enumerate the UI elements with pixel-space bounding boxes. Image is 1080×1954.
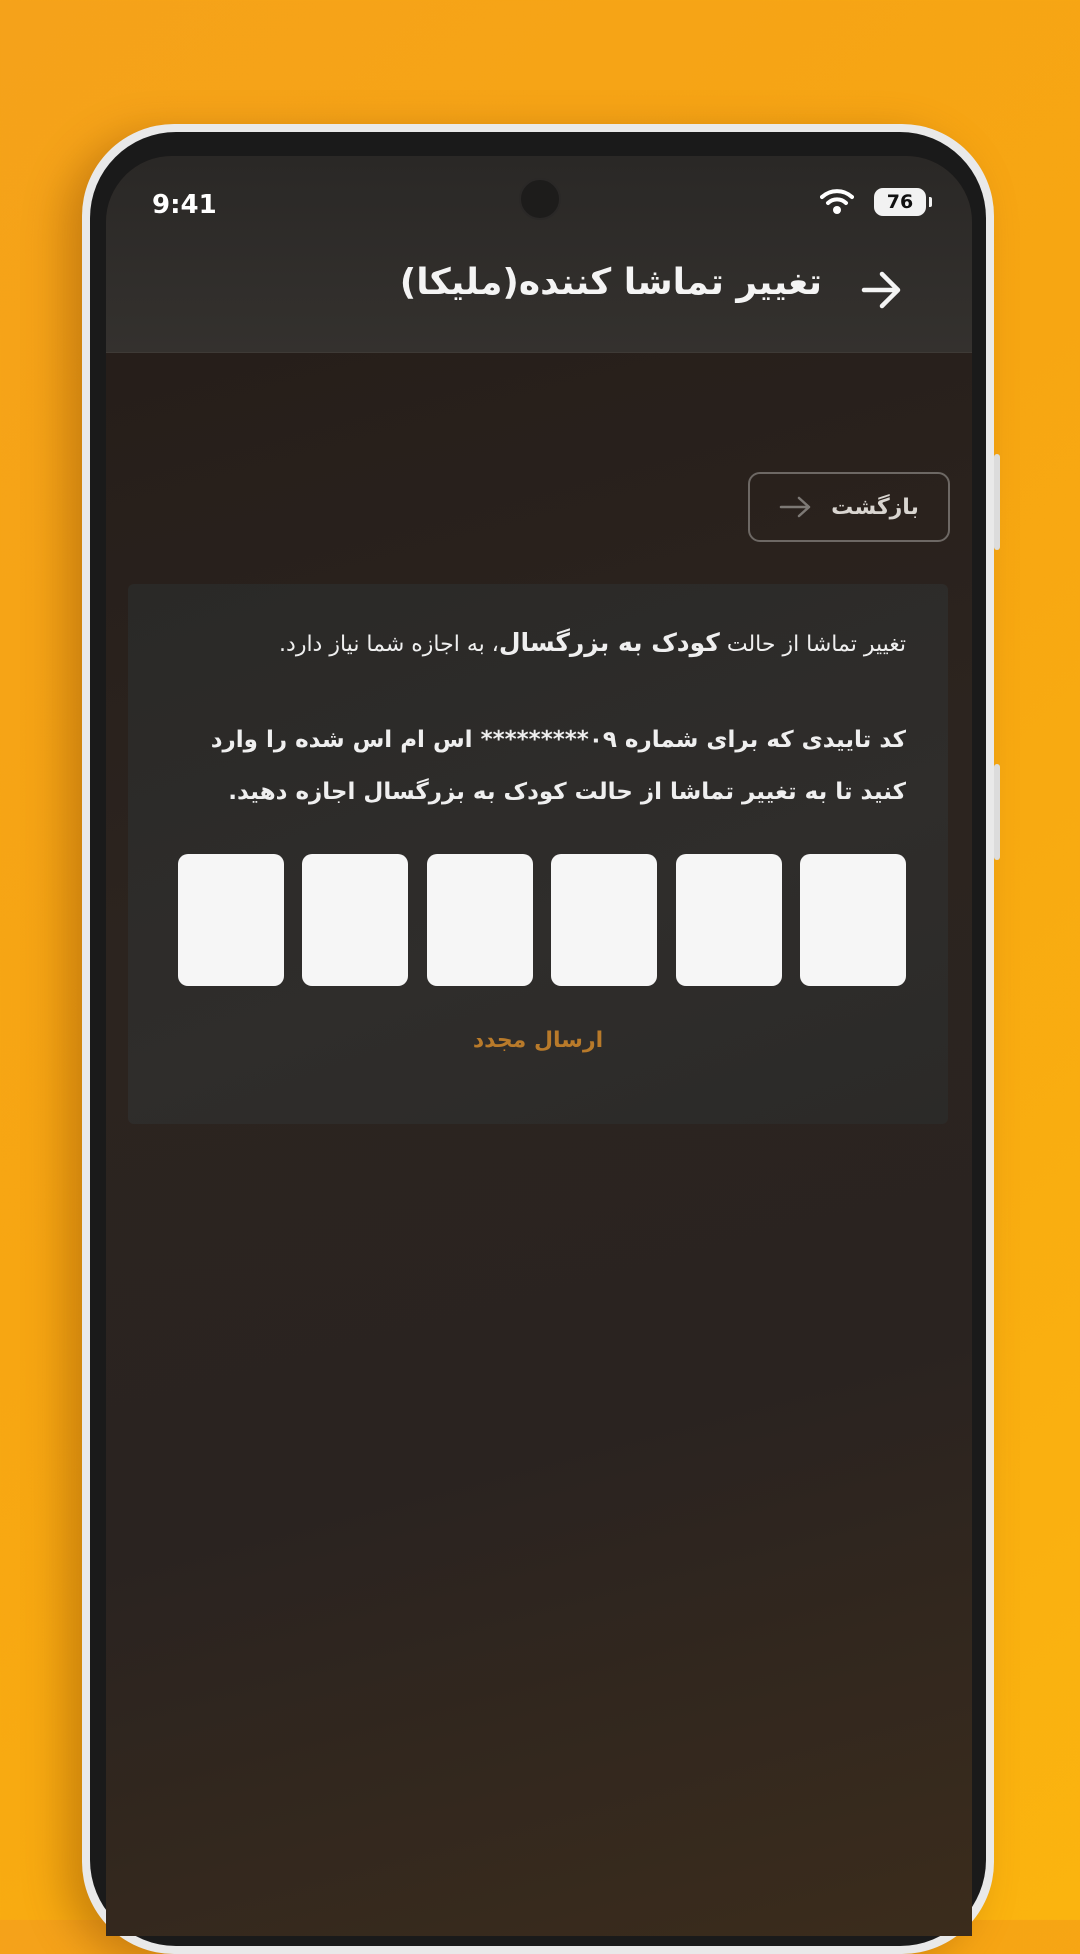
page-title: تغییر تماشا کننده(ملیکا) <box>399 262 822 303</box>
verification-card: تغییر تماشا از حالت کودک به بزرگسال، به … <box>128 584 948 1124</box>
back-button[interactable]: بازگشت <box>748 472 950 542</box>
otp-digit-5[interactable] <box>675 854 782 986</box>
instructions-text: کد تاییدی که برای شماره ۰۹********* اس ا… <box>210 727 906 805</box>
otp-digit-2[interactable] <box>302 854 409 986</box>
volume-down-button <box>994 764 1000 860</box>
intro-prefix: تغییر تماشا از حالت <box>719 632 906 657</box>
wifi-icon <box>820 189 854 214</box>
otp-digit-6[interactable] <box>799 854 906 986</box>
app-screen: 9:41 76 تغییر تماشا کننده(ملیکا) بازگشت … <box>106 156 972 1936</box>
battery-indicator: 76 <box>874 188 932 216</box>
intro-suffix: ، به اجازه شما نیاز دارد. <box>279 632 499 657</box>
otp-digit-1[interactable] <box>178 854 284 986</box>
arrow-right-icon <box>779 496 811 518</box>
resend-code-link[interactable]: ارسال مجدد <box>128 1028 948 1053</box>
back-button-label: بازگشت <box>831 494 919 520</box>
otp-digit-4[interactable] <box>551 854 658 986</box>
otp-input-row <box>178 854 906 986</box>
intro-bold: کودک به بزرگسال <box>498 628 720 657</box>
intro-text: تغییر تماشا از حالت کودک به بزرگسال، به … <box>158 628 906 657</box>
front-camera <box>519 178 561 220</box>
status-time: 9:41 <box>152 190 217 220</box>
volume-up-button <box>994 454 1000 550</box>
otp-digit-3[interactable] <box>426 854 533 986</box>
back-arrow-icon[interactable] <box>860 268 904 312</box>
